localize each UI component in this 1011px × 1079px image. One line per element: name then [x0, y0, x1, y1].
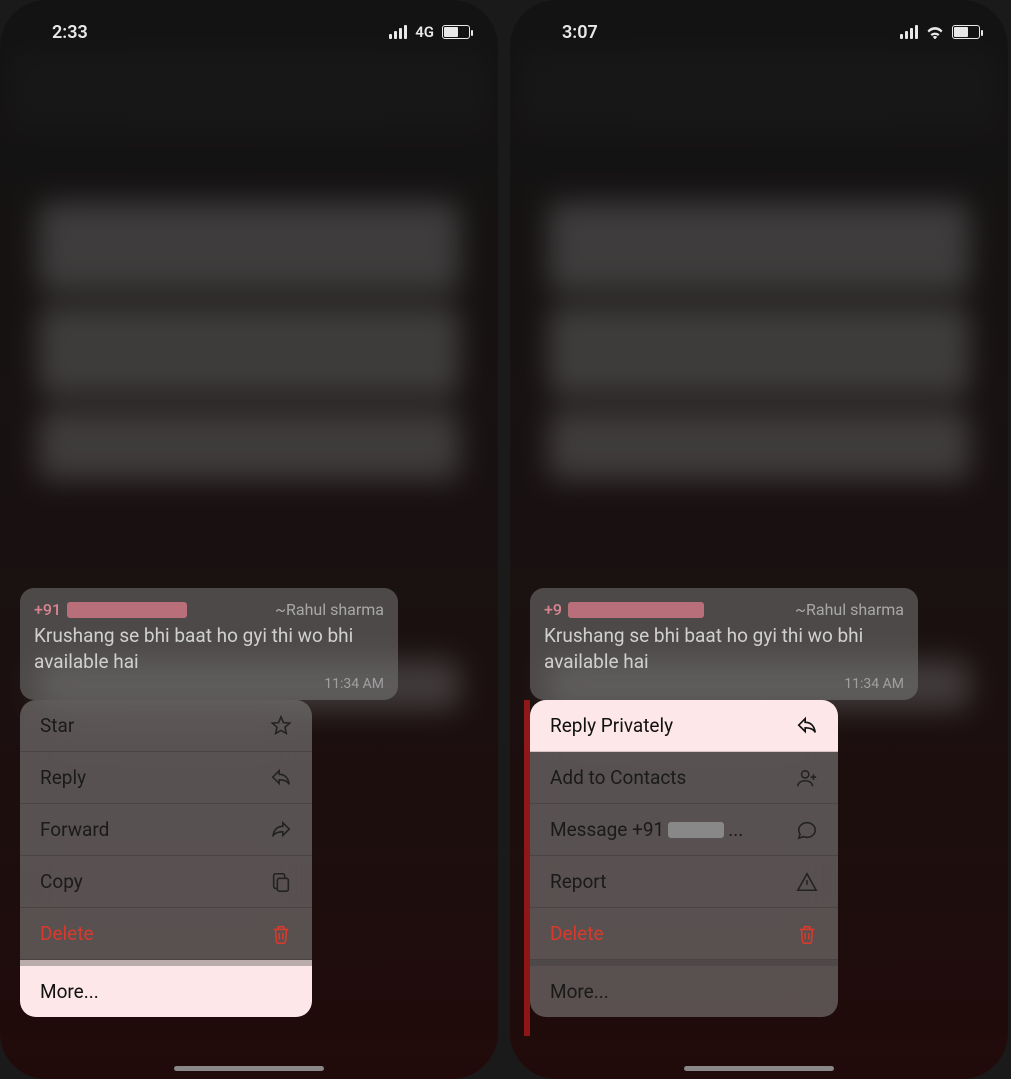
- highlight-glow: [524, 700, 530, 1036]
- phone-screenshot-right: 3:07 +9 ~Rahul sharma Krushang se bhi ba…: [510, 0, 1008, 1079]
- message-time: 11:34 AM: [34, 676, 384, 692]
- menu-label: Add to Contacts: [550, 766, 686, 789]
- star-icon: [270, 715, 292, 737]
- message-context-menu: Star Reply Forward Copy: [20, 700, 312, 1017]
- menu-label: More...: [550, 980, 609, 1003]
- selected-message-bubble[interactable]: +91 ~Rahul sharma Krushang se bhi baat h…: [20, 588, 398, 700]
- menu-forward[interactable]: Forward: [20, 804, 312, 856]
- menu-label: Reply Privately: [550, 714, 673, 737]
- message-text: Krushang se bhi baat ho gyi thi wo bhi a…: [34, 623, 384, 674]
- message-time: 11:34 AM: [544, 676, 904, 692]
- chat-bubble-icon: [796, 819, 818, 841]
- menu-delete[interactable]: Delete: [20, 908, 312, 960]
- menu-label: Forward: [40, 818, 109, 841]
- reply-icon: [796, 715, 818, 737]
- trash-icon: [270, 923, 292, 945]
- redacted-number: [668, 822, 724, 838]
- warning-icon: [796, 871, 818, 893]
- message-context-menu-more: Reply Privately Add to Contacts Message …: [530, 700, 838, 1017]
- menu-delete[interactable]: Delete: [530, 908, 838, 960]
- menu-label: Delete: [550, 922, 604, 945]
- menu-more[interactable]: More...: [530, 960, 838, 1017]
- home-indicator[interactable]: [174, 1066, 324, 1071]
- redacted-number: [67, 602, 187, 618]
- phone-screenshot-left: 2:33 4G +91 ~Rahul sharma Krushang se bh…: [0, 0, 498, 1079]
- menu-copy[interactable]: Copy: [20, 856, 312, 908]
- menu-label: Copy: [40, 870, 83, 893]
- menu-report[interactable]: Report: [530, 856, 838, 908]
- message-text: Krushang se bhi baat ho gyi thi wo bhi a…: [544, 623, 904, 674]
- sender-name: ~Rahul sharma: [795, 600, 904, 619]
- home-indicator[interactable]: [684, 1066, 834, 1071]
- sender-phone: +91: [34, 600, 187, 619]
- menu-reply-privately[interactable]: Reply Privately: [530, 700, 838, 752]
- sender-phone: +9: [544, 600, 704, 619]
- add-contact-icon: [796, 767, 818, 789]
- menu-reply[interactable]: Reply: [20, 752, 312, 804]
- reply-icon: [270, 767, 292, 789]
- selected-message-bubble[interactable]: +9 ~Rahul sharma Krushang se bhi baat ho…: [530, 588, 918, 700]
- forward-icon: [270, 819, 292, 841]
- menu-more[interactable]: More...: [20, 960, 312, 1017]
- sender-name: ~Rahul sharma: [275, 600, 384, 619]
- menu-message-number[interactable]: Message +91 ...: [530, 804, 838, 856]
- menu-label: Star: [40, 714, 74, 737]
- copy-icon: [270, 871, 292, 893]
- menu-label: Reply: [40, 766, 86, 789]
- trash-icon: [796, 923, 818, 945]
- menu-add-contacts[interactable]: Add to Contacts: [530, 752, 838, 804]
- menu-label: Message +91 ...: [550, 818, 743, 841]
- menu-star[interactable]: Star: [20, 700, 312, 752]
- menu-label: More...: [40, 980, 99, 1003]
- menu-label: Delete: [40, 922, 94, 945]
- menu-label: Report: [550, 870, 606, 893]
- redacted-number: [568, 602, 704, 618]
